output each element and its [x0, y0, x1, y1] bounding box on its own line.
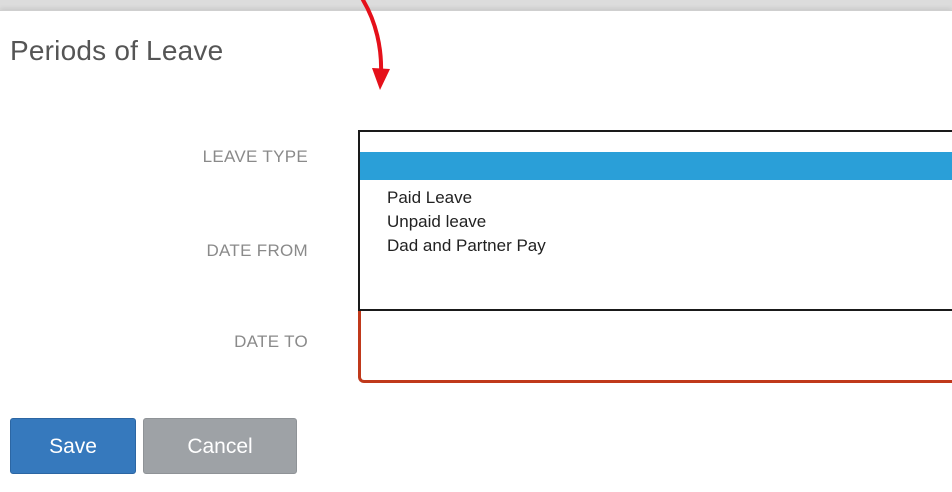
periods-of-leave-panel: Periods of Leave LEAVE TYPE DATE FROM DA…	[0, 10, 952, 492]
leave-type-option-unpaid-leave[interactable]: Unpaid leave	[360, 210, 952, 234]
leave-type-option-dad-and-partner-pay[interactable]: Dad and Partner Pay	[360, 234, 952, 258]
cancel-button[interactable]: Cancel	[143, 418, 297, 474]
save-button[interactable]: Save	[10, 418, 136, 474]
leave-type-label: LEAVE TYPE	[202, 147, 308, 166]
leave-type-option-paid-leave[interactable]: Paid Leave	[360, 186, 952, 210]
red-arrow-annotation-icon	[361, 0, 390, 90]
date-to-input[interactable]	[358, 307, 952, 383]
leave-type-dropdown-list[interactable]: Paid Leave Unpaid leave Dad and Partner …	[358, 130, 952, 311]
page-title: Periods of Leave	[10, 35, 224, 66]
date-to-label: DATE TO	[234, 332, 308, 351]
leave-type-option-blank[interactable]	[360, 152, 952, 180]
date-from-label: DATE FROM	[206, 241, 308, 260]
